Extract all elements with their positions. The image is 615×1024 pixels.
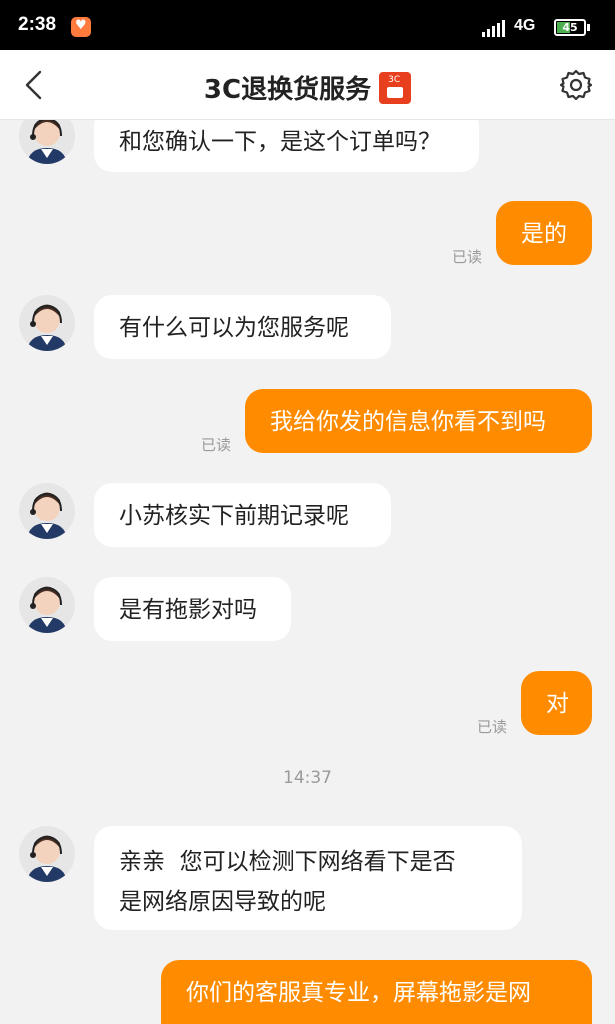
agent-avatar[interactable]	[19, 577, 75, 633]
message-bubble[interactable]: 有什么可以为您服务呢	[94, 295, 391, 359]
network-type: 4G	[514, 17, 536, 34]
message-bubble[interactable]: 对	[521, 671, 592, 735]
agent-avatar[interactable]	[19, 295, 75, 351]
agent-avatar[interactable]	[19, 483, 75, 539]
message-text-line: 是网络原因导致的呢	[119, 889, 326, 915]
message-text-line: 亲亲 您可以检测下网络看下是否	[119, 849, 456, 875]
3c-service-badge-icon	[379, 71, 412, 104]
read-receipt: 已读	[201, 436, 232, 454]
message-text: 是有拖影对吗	[119, 597, 257, 623]
chat-header: 3C退换货服务	[0, 50, 615, 120]
message-bubble[interactable]: 小苏核实下前期记录呢	[94, 483, 391, 547]
message-text: 你们的客服真专业，屏幕拖影是网	[186, 980, 531, 1006]
message-bubble[interactable]: 亲亲 您可以检测下网络看下是否 是网络原因导致的呢	[94, 826, 522, 930]
battery-icon: 45	[554, 19, 586, 36]
message-bubble[interactable]: 我给你发的信息你看不到吗	[245, 389, 592, 453]
status-bar: 2:38 4G 45	[0, 0, 615, 50]
signal-icon	[482, 19, 506, 37]
message-text: 是的	[521, 221, 567, 247]
gear-icon[interactable]	[558, 67, 594, 103]
message-bubble[interactable]: 你们的客服真专业，屏幕拖影是网	[161, 960, 592, 1024]
message-bubble[interactable]: 是有拖影对吗	[94, 577, 291, 641]
page-title: 3C退换货服务	[203, 75, 372, 105]
read-receipt: 已读	[477, 718, 508, 736]
battery-level: 45	[562, 21, 578, 34]
message-text: 小苏核实下前期记录呢	[119, 503, 349, 529]
title-wrap: 3C退换货服务	[0, 69, 615, 106]
chat-timestamp: 14:37	[283, 768, 332, 788]
read-receipt: 已读	[452, 248, 483, 266]
message-text: 对	[546, 691, 569, 717]
message-text: 我给你发的信息你看不到吗	[270, 409, 546, 435]
message-text: 和您确认一下，是这个订单吗？	[119, 129, 441, 155]
health-app-icon	[71, 17, 91, 37]
message-bubble[interactable]: 是的	[496, 201, 592, 265]
message-text: 有什么可以为您服务呢	[119, 315, 349, 341]
status-time: 2:38	[18, 14, 57, 35]
agent-avatar[interactable]	[19, 826, 75, 882]
battery-tip	[587, 24, 590, 31]
